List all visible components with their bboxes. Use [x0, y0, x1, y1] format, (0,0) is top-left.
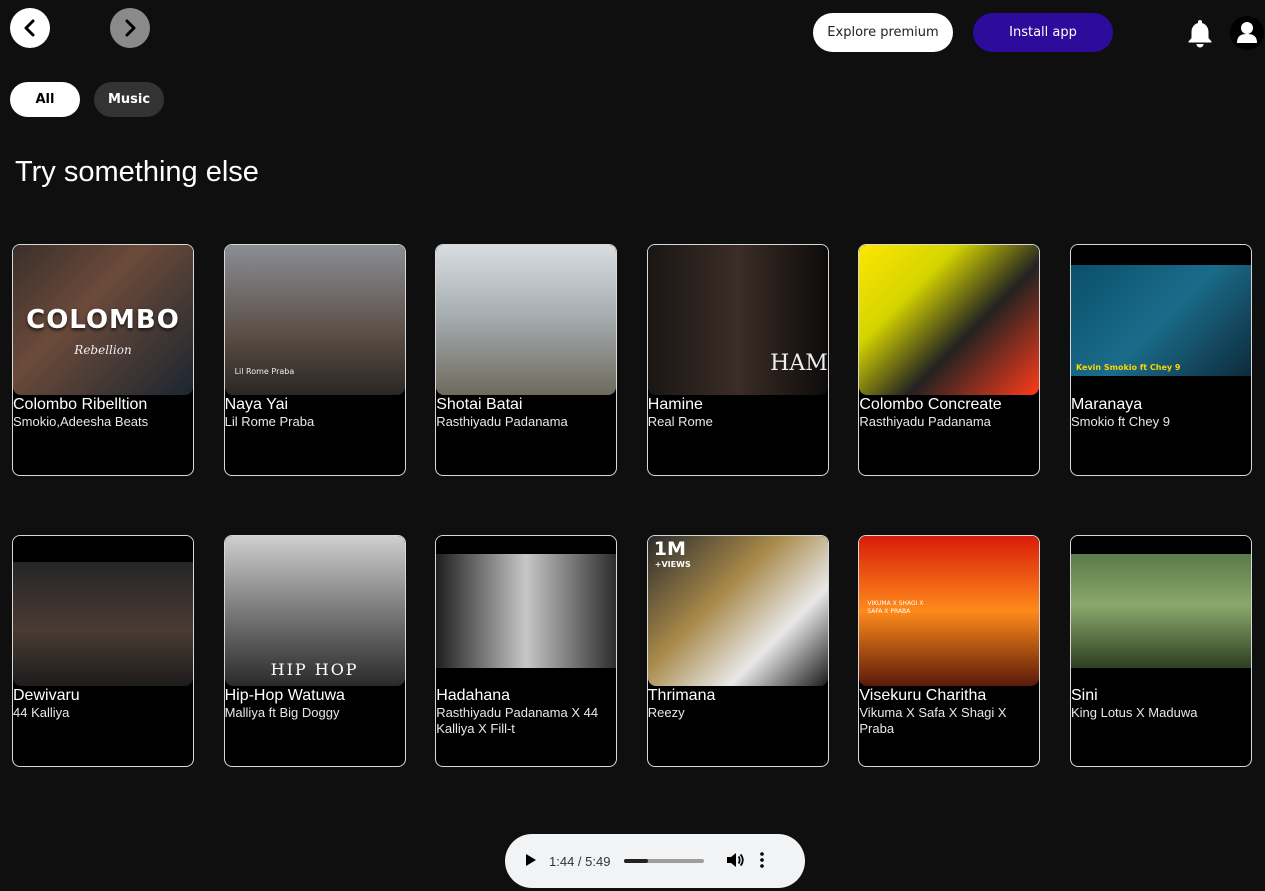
track-title: Shotai Batai	[436, 396, 523, 413]
forward-button[interactable]	[110, 8, 150, 48]
play-icon	[526, 853, 536, 866]
track-title: Thrimana	[647, 687, 716, 704]
track-title: Colombo Concreate	[859, 396, 1002, 413]
track-card[interactable]: Lil Rome Praba Naya Yai Lil Rome Praba	[223, 244, 406, 476]
audio-player: 1:44 / 5:49	[505, 834, 805, 888]
time-display: 1:44 / 5:49	[549, 853, 611, 869]
track-thumbnail	[436, 245, 617, 395]
cover-art	[436, 554, 617, 668]
cover-text: 1M	[653, 538, 686, 560]
track-title: Visekuru Charitha	[859, 687, 987, 704]
track-card[interactable]: HIP HOP Hip-Hop Watuwa Malliya ft Big Do…	[223, 535, 406, 767]
track-thumbnail: 1M +VIEWS	[647, 536, 828, 686]
track-artist: Rasthiyadu Padanama X 44 Kalliya X Fill-…	[436, 705, 599, 736]
track-card[interactable]: HAM Hamine Real Rome	[646, 244, 829, 476]
track-card[interactable]: Hadahana Rasthiyadu Padanama X 44 Kalliy…	[435, 535, 618, 767]
track-thumbnail: Kevin Smokio ft Chey 9	[1070, 245, 1251, 395]
cover-subtitle: Kevin Smokio ft Chey 9	[1075, 363, 1181, 372]
track-title: Hadahana	[436, 687, 511, 704]
track-artist: 44 Kalliya	[13, 705, 70, 720]
track-card[interactable]: Colombo Concreate Rasthiyadu Padanama	[858, 244, 1041, 476]
track-thumbnail: HAM	[647, 245, 828, 395]
track-grid: COLOMBO Rebellion Colombo Ribelltion Smo…	[12, 244, 1252, 767]
cover-subtitle: Lil Rome Praba	[234, 367, 295, 376]
track-thumbnail: VIKUMA X SHAGI X SAFA X PRABA	[859, 536, 1040, 686]
track-card[interactable]: Shotai Batai Rasthiyadu Padanama	[435, 244, 618, 476]
filter-all-chip[interactable]: All	[10, 82, 80, 117]
chevron-left-icon	[24, 19, 35, 37]
more-options-button[interactable]	[760, 851, 765, 871]
cover-art	[13, 562, 193, 686]
track-thumbnail: HIP HOP	[224, 536, 405, 686]
track-card[interactable]: VIKUMA X SHAGI X SAFA X PRABA Visekuru C…	[858, 535, 1041, 767]
track-title: Hamine	[647, 396, 703, 413]
volume-button[interactable]	[726, 852, 745, 871]
track-thumbnail	[13, 536, 193, 686]
track-title: Colombo Ribelltion	[13, 396, 148, 413]
track-title: Maranaya	[1070, 396, 1143, 413]
track-thumbnail	[436, 536, 617, 686]
cover-subtitle: VIKUMA X SHAGI X SAFA X PRABA	[867, 600, 924, 615]
track-thumbnail: Lil Rome Praba	[224, 245, 405, 395]
more-vertical-icon	[760, 851, 765, 868]
track-artist: Rasthiyadu Padanama	[859, 414, 991, 429]
track-artist: Rasthiyadu Padanama	[436, 414, 568, 429]
track-card[interactable]: Kevin Smokio ft Chey 9 Maranaya Smokio f…	[1069, 244, 1252, 476]
track-card[interactable]: Dewivaru 44 Kalliya	[12, 535, 194, 767]
track-artist: Smokio ft Chey 9	[1070, 414, 1170, 429]
explore-premium-button[interactable]: Explore premium	[813, 13, 953, 52]
bell-icon	[1188, 20, 1212, 48]
track-artist: Vikuma X Safa X Shagi X Praba	[859, 705, 1007, 736]
user-button[interactable]	[1230, 16, 1264, 50]
progress-slider[interactable]	[624, 859, 705, 863]
track-thumbnail: COLOMBO Rebellion	[13, 245, 193, 395]
back-button[interactable]	[10, 8, 50, 48]
user-icon	[1230, 16, 1264, 50]
track-artist: Malliya ft Big Doggy	[224, 705, 340, 720]
install-app-button[interactable]: Install app	[973, 13, 1113, 52]
track-card[interactable]: COLOMBO Rebellion Colombo Ribelltion Smo…	[12, 244, 194, 476]
track-artist: Real Rome	[647, 414, 713, 429]
track-artist: King Lotus X Maduwa	[1070, 705, 1198, 720]
play-button[interactable]	[525, 853, 537, 870]
cover-text: HIP HOP	[270, 660, 359, 679]
track-title: Dewivaru	[13, 687, 80, 704]
track-artist: Smokio,Adeesha Beats	[13, 414, 149, 429]
section-title: Try something else	[15, 156, 259, 188]
cover-art: Kevin Smokio ft Chey 9	[1070, 265, 1251, 376]
track-thumbnail	[859, 245, 1040, 395]
notifications-button[interactable]	[1185, 16, 1215, 50]
filter-music-chip[interactable]: Music	[94, 82, 164, 117]
track-title: Hip-Hop Watuwa	[224, 687, 345, 704]
track-thumbnail	[1070, 536, 1251, 686]
top-bar: Explore premium Install app	[0, 0, 1265, 60]
cover-subtitle: Rebellion	[74, 343, 132, 357]
volume-icon	[727, 852, 745, 867]
progress-fill	[624, 859, 649, 863]
cover-subtitle: +VIEWS	[654, 560, 691, 569]
track-artist: Lil Rome Praba	[224, 414, 315, 429]
track-title: Sini	[1070, 687, 1098, 704]
cover-text: COLOMBO	[26, 305, 180, 335]
track-artist: Reezy	[647, 705, 685, 720]
filter-chips: All Music	[10, 82, 164, 117]
cover-art	[1070, 554, 1251, 668]
track-title: Naya Yai	[224, 396, 289, 413]
track-card[interactable]: 1M +VIEWS Thrimana Reezy	[646, 535, 829, 767]
track-card[interactable]: Sini King Lotus X Maduwa	[1069, 535, 1252, 767]
cover-text: HAM	[770, 351, 828, 376]
chevron-right-icon	[125, 19, 136, 37]
